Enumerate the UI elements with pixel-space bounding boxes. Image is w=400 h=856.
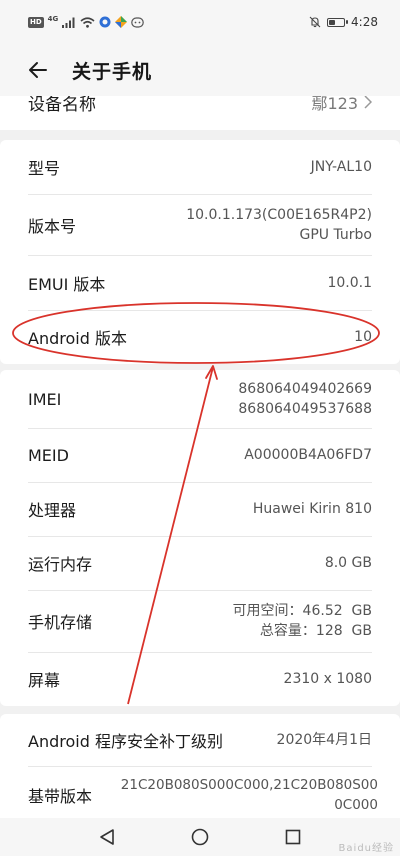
value-line: A00000B4A06FD7 <box>244 447 372 463</box>
info-row-storage[interactable]: 手机存储 可用空间：46.52 GB 总容量：128 GB <box>0 590 400 652</box>
navigation-bar: Baidu经验 <box>0 818 400 856</box>
value-line: 2020年4月1日 <box>276 732 372 748</box>
row-value: 10.0.1 <box>327 273 372 293</box>
value-line: 868064049402669 <box>238 381 372 397</box>
device-name-value-wrap: 鄢123 <box>311 96 372 114</box>
info-row-screen[interactable]: 屏幕 2310 x 1080 <box>0 652 400 706</box>
row-value: 2310 x 1080 <box>284 669 372 689</box>
row-label: 手机存储 <box>28 613 93 632</box>
circle-home-icon <box>191 828 209 846</box>
nav-back-button[interactable] <box>96 826 118 848</box>
cat-app-icon <box>131 17 145 28</box>
hd-badge: HD <box>28 16 44 28</box>
row-label: 屏幕 <box>28 671 61 690</box>
row-value: 10 <box>354 327 372 347</box>
info-row-processor[interactable]: 处理器 Huawei Kirin 810 <box>0 482 400 536</box>
row-value: 2020年4月1日 <box>277 730 372 750</box>
row-label: IMEI <box>28 389 62 409</box>
triangle-back-icon <box>99 829 114 845</box>
row-label: Android 程序安全补丁级别 <box>28 732 223 751</box>
device-name-label: 设备名称 <box>28 96 96 115</box>
status-time: 4:28 <box>351 15 378 29</box>
row-value: 10.0.1.173(C00E165R4P2) GPU Turbo <box>186 205 372 245</box>
value-line: 868064049537688 <box>238 401 372 417</box>
value-line: Huawei Kirin 810 <box>252 501 372 517</box>
device-name-row-content: 设备名称 鄢123 <box>0 96 400 124</box>
row-value: 868064049402669 868064049537688 <box>238 379 372 419</box>
row-label: Android 版本 <box>28 329 127 348</box>
battery-fill <box>329 19 335 25</box>
network-type: 4G <box>47 15 59 23</box>
info-row-build-number[interactable]: 版本号 10.0.1.173(C00E165R4P2) GPU Turbo <box>0 194 400 255</box>
row-value: 21C20B080S000C000,21C20B080S00 0C000 <box>121 775 378 815</box>
value-line: 10.0.1.173(C00E165R4P2) <box>186 206 372 223</box>
info-row-meid[interactable]: MEID A00000B4A06FD7 <box>0 428 400 482</box>
info-row-security-patch[interactable]: Android 程序安全补丁级别 2020年4月1日 <box>0 714 400 766</box>
row-value: 可用空间：46.52 GB 总容量：128 GB <box>233 601 372 641</box>
back-arrow-icon[interactable] <box>26 58 50 82</box>
info-row-imei[interactable]: IMEI 868064049402669 868064049537688 <box>0 370 400 428</box>
value-line: 8.0 GB <box>324 555 372 571</box>
value-line: 总容量：128 GB <box>259 623 372 639</box>
row-label: EMUI 版本 <box>28 274 106 294</box>
row-label: 基带版本 <box>28 787 93 806</box>
title-bar: 关于手机 <box>0 44 400 96</box>
info-card-2: IMEI 868064049402669 868064049537688 MEI… <box>0 370 400 706</box>
info-card-3: Android 程序安全补丁级别 2020年4月1日 基带版本 21C20B08… <box>0 714 400 826</box>
battery-icon <box>327 17 349 27</box>
value-line: JNY-AL10 <box>310 159 372 175</box>
row-label: 运行内存 <box>28 555 93 574</box>
value-line: 10.0.1 <box>327 274 372 291</box>
row-label: 型号 <box>28 159 61 178</box>
chevron-right-icon <box>364 96 372 109</box>
nav-home-button[interactable] <box>189 826 211 848</box>
info-row-ram[interactable]: 运行内存 8.0 GB <box>0 536 400 590</box>
nav-recents-button[interactable] <box>282 826 304 848</box>
signal-icon <box>62 17 75 28</box>
device-name-value: 鄢123 <box>311 96 358 113</box>
row-value: 8.0 GB <box>325 553 372 573</box>
page-title: 关于手机 <box>72 60 153 83</box>
info-card-1: 型号 JNY-AL10 版本号 10.0.1.173(C00E165R4P2) … <box>0 140 400 364</box>
value-line: 21C20B080S000C000,21C20B080S00 <box>120 777 378 793</box>
value-line: 可用空间：46.52 GB <box>232 603 372 619</box>
info-row-model[interactable]: 型号 JNY-AL10 <box>0 140 400 194</box>
row-label: 处理器 <box>28 501 77 520</box>
row-value: A00000B4A06FD7 <box>244 445 372 465</box>
info-row-android-version[interactable]: Android 版本 10 <box>0 310 400 364</box>
colorful-app-icon <box>115 16 128 28</box>
watermark-text: Baidu经验 <box>338 843 394 854</box>
row-value: JNY-AL10 <box>311 157 372 177</box>
info-row-baseband[interactable]: 基带版本 21C20B080S000C000,21C20B080S00 0C00… <box>0 766 400 824</box>
square-recents-icon <box>286 829 301 845</box>
app-icon <box>99 16 111 28</box>
status-bar: HD 4G 4:28 <box>0 0 400 44</box>
value-line: 10 <box>354 329 372 345</box>
value-line: 2310 x 1080 <box>283 671 372 687</box>
device-name-row[interactable]: 设备名称 鄢123 <box>0 96 400 130</box>
value-line: GPU Turbo <box>299 226 373 243</box>
status-right: 4:28 <box>309 15 378 29</box>
mute-bell-icon <box>309 16 321 28</box>
row-value: Huawei Kirin 810 <box>253 499 372 519</box>
value-line: 0C000 <box>334 797 378 813</box>
row-label: 版本号 <box>28 216 77 236</box>
row-label: MEID <box>28 445 69 465</box>
info-row-emui-version[interactable]: EMUI 版本 10.0.1 <box>0 255 400 310</box>
status-left: HD 4G <box>28 15 145 28</box>
wifi-icon <box>80 16 95 28</box>
